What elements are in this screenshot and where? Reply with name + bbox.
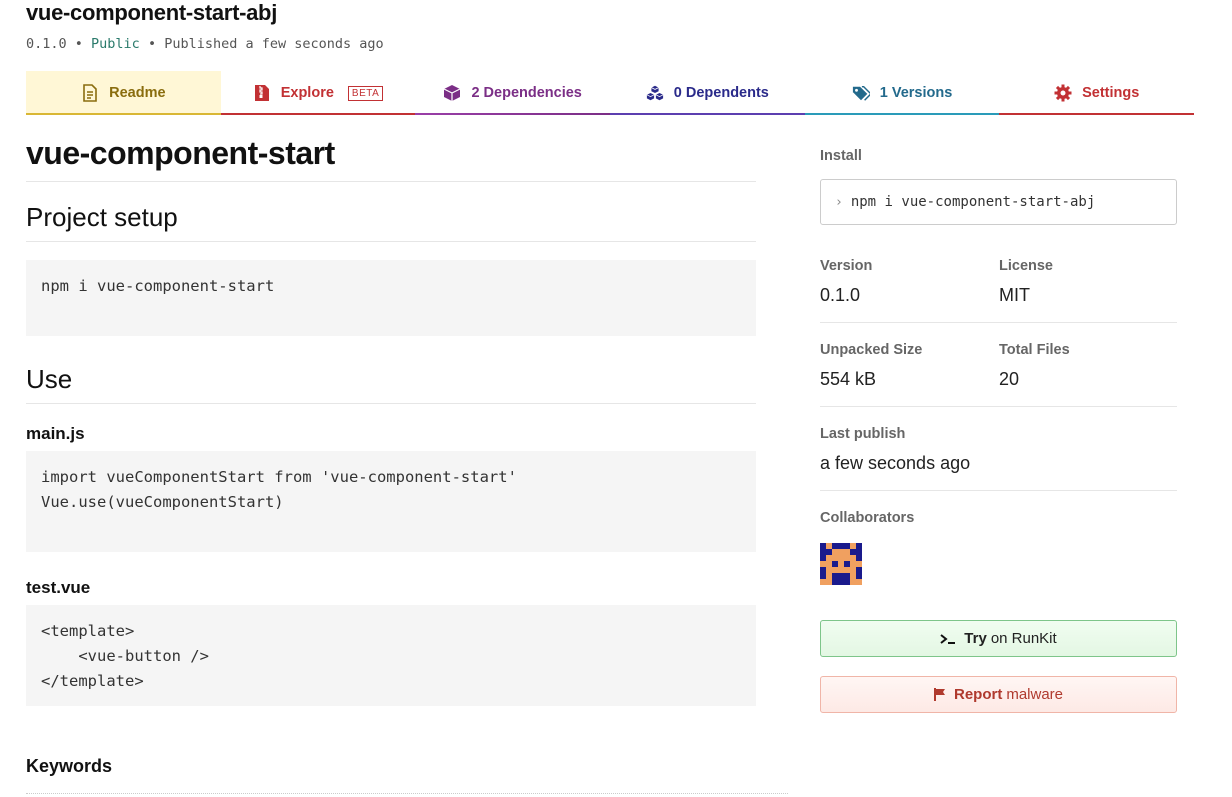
- unpacked-size-label: Unpacked Size: [820, 342, 923, 358]
- tab-label: 0 Dependents: [673, 85, 769, 101]
- flag-icon: [933, 688, 946, 701]
- setup-code-block: npm i vue-component-start: [26, 260, 756, 336]
- box-icon: [443, 84, 461, 102]
- avatar[interactable]: [820, 543, 862, 585]
- collaborators-label: Collaborators: [820, 510, 915, 526]
- gear-icon: [1054, 84, 1072, 102]
- meta-separator: •: [139, 36, 165, 52]
- install-command: npm i vue-component-start-abj: [850, 194, 1096, 210]
- keywords-heading: Keywords: [26, 756, 113, 776]
- license-label: License: [999, 258, 1053, 274]
- use-heading: Use: [26, 362, 756, 404]
- terminal-icon: [940, 633, 956, 645]
- version-label: Version: [820, 258, 873, 274]
- tab-readme[interactable]: Readme: [26, 71, 221, 115]
- keywords-divider: [26, 793, 788, 794]
- last-publish-label: Last publish: [820, 426, 906, 442]
- package-visibility: Public: [91, 36, 140, 52]
- tab-label: Readme: [109, 85, 166, 101]
- sidebar-divider: [820, 406, 1177, 407]
- tab-label: 1 Versions: [879, 85, 953, 101]
- report-malware-button[interactable]: Report malware: [820, 676, 1177, 713]
- chevron-right-icon: ›: [835, 194, 843, 210]
- main-js-code-block: import vueComponentStart from 'vue-compo…: [26, 451, 756, 552]
- beta-badge: BETA: [347, 85, 384, 101]
- total-files-value: 20: [999, 369, 1020, 389]
- tags-icon: [852, 84, 870, 102]
- tab-explore[interactable]: Explore BETA: [220, 71, 416, 115]
- total-files-label: Total Files: [999, 342, 1070, 358]
- package-version: 0.1.0: [26, 36, 67, 52]
- last-publish-value: a few seconds ago: [820, 453, 971, 473]
- file-zip-icon: [253, 84, 271, 102]
- malware-label: malware: [1006, 686, 1064, 703]
- tab-label: 2 Dependencies: [471, 85, 582, 101]
- package-published: Published a few seconds ago: [164, 36, 384, 52]
- tab-label: Explore: [280, 85, 334, 101]
- project-setup-heading: Project setup: [26, 200, 756, 242]
- readme-title: vue-component-start: [26, 134, 756, 182]
- try-runkit-button[interactable]: Try on RunKit: [820, 620, 1177, 657]
- runkit-bold-label: Try: [964, 630, 987, 647]
- package-title: vue-component-start-abj: [26, 0, 278, 25]
- package-meta: 0.1.0 • Public • Published a few seconds…: [26, 36, 384, 52]
- unpacked-size-value: 554 kB: [820, 369, 877, 389]
- tab-settings[interactable]: Settings: [999, 71, 1194, 115]
- main-js-heading: main.js: [26, 424, 85, 443]
- runkit-label: on RunKit: [990, 630, 1057, 647]
- package-tabs: Readme Explore BETA 2 Dependencies 0 Dep…: [26, 71, 1194, 115]
- install-label: Install: [820, 148, 862, 164]
- malware-bold-label: Report: [953, 686, 1003, 703]
- sidebar-divider: [820, 322, 1177, 323]
- meta-separator: •: [66, 36, 92, 52]
- file-text-icon: [81, 84, 99, 102]
- tab-versions[interactable]: 1 Versions: [804, 71, 1000, 115]
- tab-dependents[interactable]: 0 Dependents: [610, 71, 805, 115]
- tab-dependencies[interactable]: 2 Dependencies: [415, 71, 610, 115]
- test-vue-code-block: <template> <vue-button /> </template>: [26, 605, 756, 706]
- version-value: 0.1.0: [820, 285, 861, 305]
- tab-label: Settings: [1082, 85, 1140, 101]
- install-command-box[interactable]: › npm i vue-component-start-abj: [820, 179, 1177, 225]
- test-vue-heading: test.vue: [26, 578, 91, 597]
- sidebar-divider: [820, 490, 1177, 491]
- license-value: MIT: [999, 285, 1030, 305]
- boxes-icon: [646, 84, 664, 102]
